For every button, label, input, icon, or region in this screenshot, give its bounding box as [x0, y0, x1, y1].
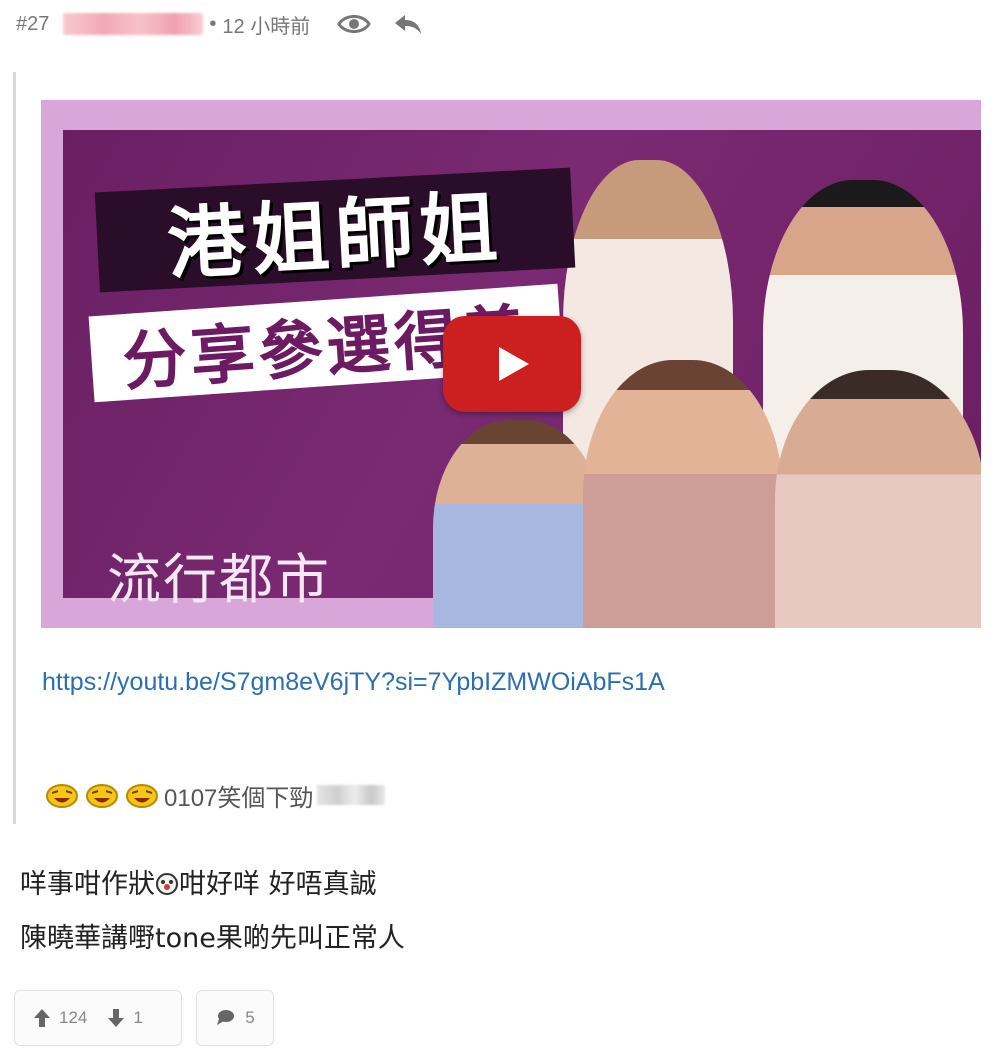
arrow-down-icon — [108, 1009, 125, 1027]
reply-icon[interactable] — [392, 10, 424, 38]
play-icon — [499, 347, 529, 381]
person-figure — [433, 420, 603, 628]
person-figure — [775, 370, 981, 628]
post-text: 咁好咩 好唔真誠 — [179, 869, 377, 900]
post-number: #27 — [16, 12, 50, 35]
thumbnail-brand: 流行都市 — [107, 548, 331, 611]
eye-icon[interactable] — [336, 10, 372, 38]
video-link[interactable]: https://youtu.be/S7gm8eV6jTY?si=7YpbIZMW… — [42, 668, 665, 697]
downvote-button[interactable]: 1 — [107, 1008, 143, 1028]
post-body-line: 咩事咁作狀 咁好咩 好唔真誠 — [20, 862, 377, 901]
quote-text: 0107笑個下勁 — [164, 784, 314, 812]
comment-count: 5 — [245, 1008, 255, 1027]
comment-button[interactable]: 5 — [196, 990, 274, 1046]
thumbnail-title-block: 港姐師姐 — [94, 167, 576, 293]
person-figure — [583, 360, 783, 628]
quote-bar — [13, 72, 16, 824]
vote-panel: 124 1 — [14, 990, 182, 1046]
post-body-line: 陳曉華講嘢tone果啲先叫正常人 — [20, 923, 405, 954]
downvote-count: 1 — [133, 1008, 143, 1027]
comment-icon — [217, 1010, 235, 1025]
redacted-text — [317, 785, 386, 805]
play-button[interactable] — [443, 316, 581, 412]
separator-dot: • — [209, 12, 217, 35]
upvote-count: 124 — [59, 1008, 88, 1027]
post-time: 12 小時前 — [222, 15, 311, 38]
post-header: #27 • 12 小時前 — [16, 8, 424, 40]
laughing-emoji-icon — [124, 781, 160, 809]
upvote-button[interactable]: 124 — [33, 1008, 87, 1028]
arrow-up-icon — [34, 1009, 50, 1027]
laughing-emoji-icon — [84, 781, 120, 809]
quote-content: 0107笑個下勁 — [44, 778, 386, 812]
thumbnail-title: 港姐師姐 — [165, 183, 506, 291]
face-emoji-icon — [155, 872, 179, 896]
video-thumbnail[interactable]: 港姐師姐 分享參選得着 流行都市 — [41, 100, 981, 628]
post-text: 咩事咁作狀 — [20, 869, 155, 900]
laughing-emoji-icon — [44, 781, 80, 809]
username-redacted[interactable] — [63, 13, 204, 35]
